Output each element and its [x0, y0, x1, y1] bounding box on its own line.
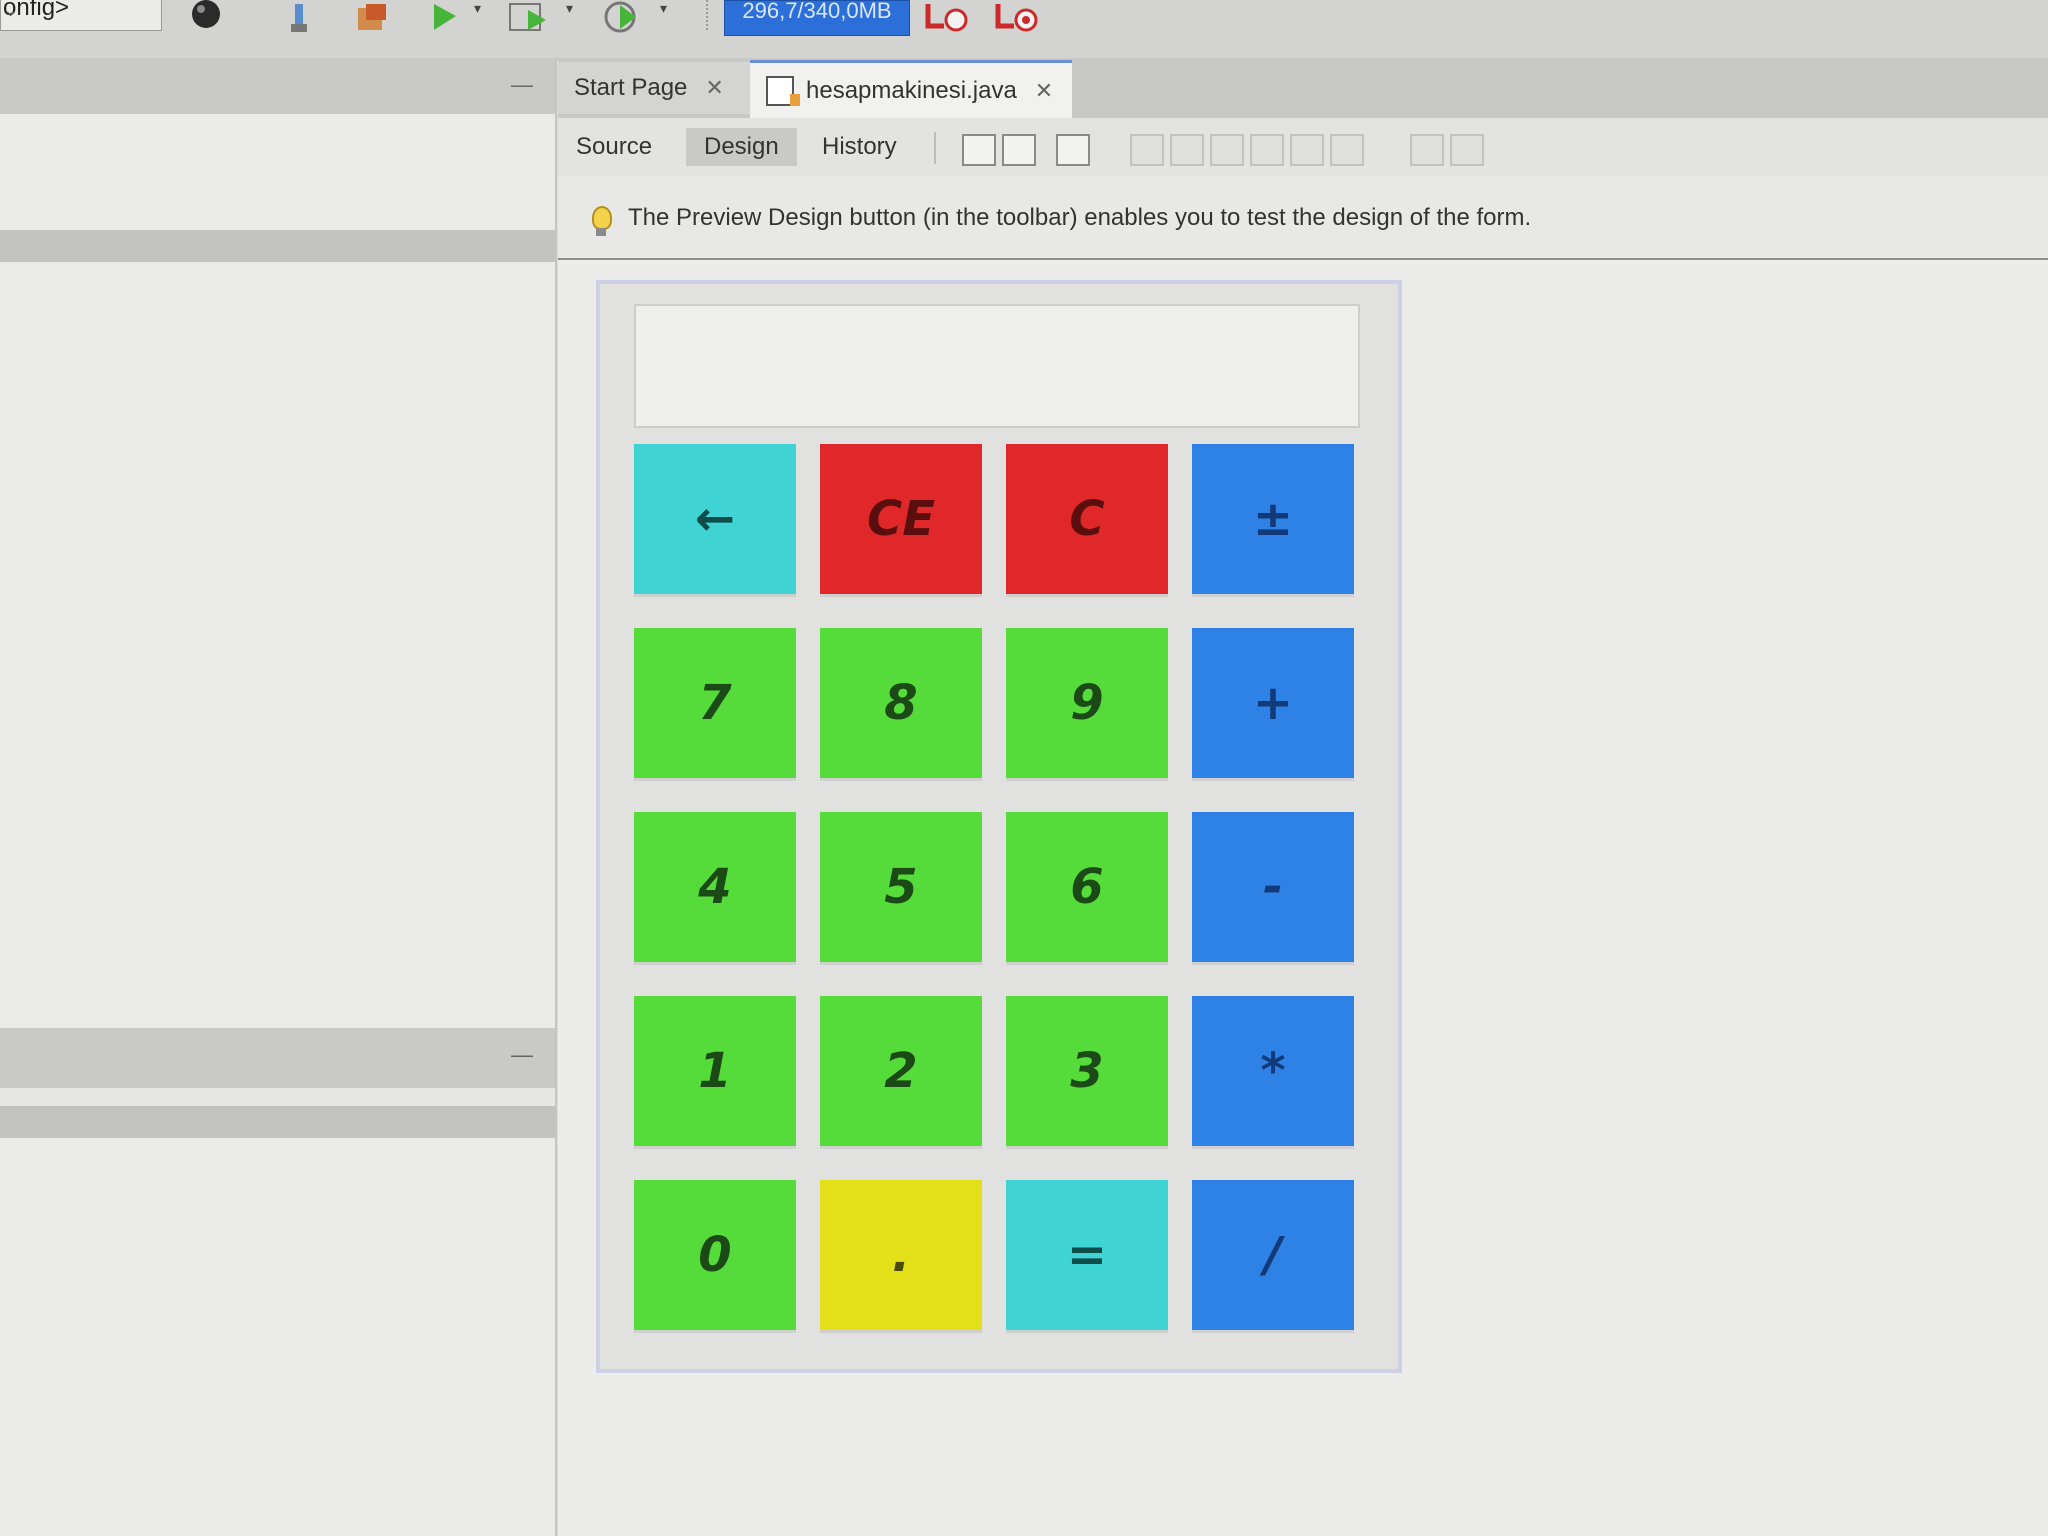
preview-design-icon[interactable]: [1056, 134, 1090, 166]
debug-icon[interactable]: [508, 0, 552, 36]
minimize-icon[interactable]: —: [511, 72, 533, 98]
vertical-resize-icon[interactable]: [1450, 134, 1484, 166]
key-nine-button[interactable]: 9: [1006, 628, 1168, 778]
align-left-icon[interactable]: [1130, 134, 1164, 166]
toolbar-separator: [706, 0, 710, 30]
key-plus-minus-button[interactable]: ±: [1192, 444, 1354, 594]
java-file-icon: [766, 75, 800, 106]
hint-bar: The Preview Design button (in the toolba…: [558, 176, 2048, 260]
hint-text: The Preview Design button (in the toolba…: [628, 204, 1532, 231]
chevron-down-icon: ⌄: [3, 0, 19, 20]
gc-clock-icon[interactable]: [922, 0, 970, 36]
main-toolbar: onfig> ⌄ ▾ ▾ ▾ 296,7/340,0MB: [0, 0, 2048, 59]
left-panel: — —: [0, 58, 557, 1536]
key-divide-button[interactable]: /: [1192, 1180, 1354, 1330]
navigator-stripe: [0, 1106, 555, 1138]
key-three-button[interactable]: 3: [1006, 996, 1168, 1146]
key-clear-button[interactable]: C: [1006, 444, 1168, 594]
build-icon[interactable]: [352, 0, 392, 36]
tab-design[interactable]: Design: [686, 128, 797, 166]
horizontal-resize-icon[interactable]: [1410, 134, 1444, 166]
projects-panel-body: [0, 114, 555, 230]
key-zero-button[interactable]: 0: [634, 1180, 796, 1330]
align-top-icon[interactable]: [1250, 134, 1284, 166]
selection-mode-icon[interactable]: [962, 134, 996, 166]
design-view-bar: Source Design History: [558, 118, 2048, 177]
tab-label: Start Page: [574, 74, 688, 101]
key-one-button[interactable]: 1: [634, 996, 796, 1146]
gc-stop-icon[interactable]: [992, 0, 1040, 36]
key-six-button[interactable]: 6: [1006, 812, 1168, 962]
navigator-body: [0, 1138, 555, 1536]
profile-dropdown-caret-icon[interactable]: ▾: [660, 0, 667, 17]
tab-start-page[interactable]: Start Page ✕: [558, 62, 760, 114]
key-clear-entry-button[interactable]: CE: [820, 444, 982, 594]
projects-tree-area: [0, 262, 555, 1028]
memory-indicator[interactable]: 296,7/340,0MB: [724, 0, 910, 36]
key-two-button[interactable]: 2: [820, 996, 982, 1146]
design-canvas: ← CE C ±7 8 9 +4 5 6- 1 2 3 * 0. = /: [558, 260, 2048, 1536]
tab-history[interactable]: History: [804, 128, 915, 166]
key-four-button[interactable]: 4: [634, 812, 796, 962]
clean-build-icon[interactable]: [284, 0, 314, 36]
center-horizontally-icon[interactable]: [1210, 134, 1244, 166]
lightbulb-icon: [592, 206, 612, 230]
key-five-button[interactable]: 5: [820, 812, 982, 962]
key-multiply-button[interactable]: *: [1192, 996, 1354, 1146]
close-icon[interactable]: ✕: [1035, 78, 1053, 104]
panel-stripe: [0, 230, 555, 262]
projects-panel-header: —: [0, 58, 555, 114]
key-backspace-button[interactable]: ←: [634, 444, 796, 594]
key-plus-button[interactable]: +: [1192, 628, 1354, 778]
editor-tab-bar: Start Page ✕ hesapmakinesi.java ✕: [558, 58, 2048, 118]
run-dropdown-caret-icon[interactable]: ▾: [474, 0, 481, 17]
calculator-display[interactable]: [634, 304, 1360, 428]
viewbar-separator: [934, 132, 936, 164]
key-eight-button[interactable]: 8: [820, 628, 982, 778]
key-seven-button[interactable]: 7: [634, 628, 796, 778]
align-right-icon[interactable]: [1170, 134, 1204, 166]
lightbulb-base: [596, 228, 606, 236]
close-icon[interactable]: ✕: [705, 75, 723, 101]
key-decimal-button[interactable]: .: [820, 1180, 982, 1330]
connection-mode-icon[interactable]: [1002, 134, 1036, 166]
key-equals-button[interactable]: =: [1006, 1180, 1168, 1330]
editor-area: Start Page ✕ hesapmakinesi.java ✕ Source…: [558, 58, 2048, 1536]
tab-source[interactable]: Source: [558, 128, 670, 166]
tab-hesapmakinesi[interactable]: hesapmakinesi.java ✕: [750, 60, 1072, 118]
tab-label: hesapmakinesi.java: [806, 76, 1017, 104]
key-minus-button[interactable]: -: [1192, 812, 1354, 962]
profile-icon[interactable]: [186, 0, 226, 36]
debug-dropdown-caret-icon[interactable]: ▾: [566, 0, 573, 17]
calculator-form[interactable]: ← CE C ±7 8 9 +4 5 6- 1 2 3 * 0. = /: [596, 280, 1402, 1373]
navigator-panel-header: —: [0, 1028, 555, 1088]
profile-project-icon[interactable]: [600, 0, 644, 36]
center-vertically-icon[interactable]: [1330, 134, 1364, 166]
minimize-icon[interactable]: —: [511, 1042, 533, 1068]
run-icon[interactable]: [428, 0, 462, 36]
config-dropdown[interactable]: onfig> ⌄: [0, 0, 162, 31]
align-bottom-icon[interactable]: [1290, 134, 1324, 166]
